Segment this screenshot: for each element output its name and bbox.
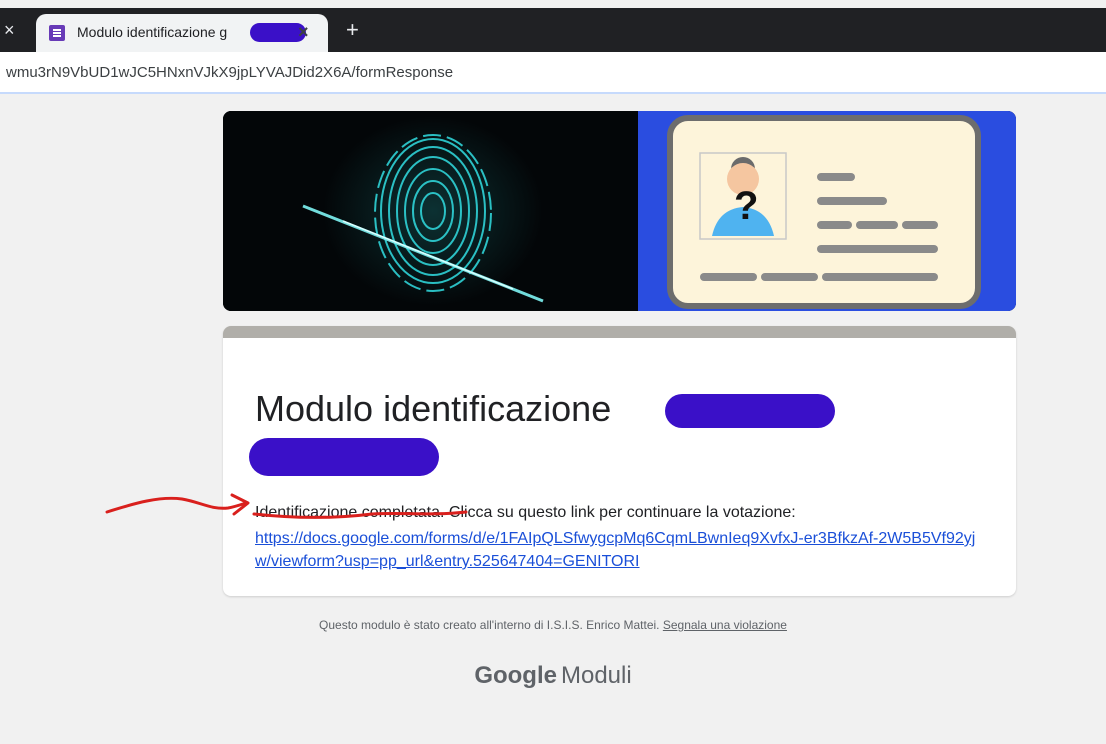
footer-note: Questo modulo è stato creato all'interno… [0, 618, 1106, 632]
id-card-icon: ? [667, 115, 981, 309]
tab-title: Modulo identificazione g [77, 24, 228, 40]
google-wordmark: Google [474, 662, 557, 689]
moduli-wordmark: Moduli [560, 662, 632, 689]
header-banner-image: ? [223, 111, 1016, 311]
footer-text: Questo modulo è stato creato all'interno… [319, 618, 660, 632]
fingerprint-panel [223, 111, 638, 311]
previous-tab-close-icon[interactable]: × [4, 20, 15, 40]
id-card-panel: ? [638, 111, 1016, 311]
confirmation-message: Identificazione completata. Clicca su qu… [255, 504, 796, 521]
url-text[interactable]: wmu3rN9VbUD1wJC5HNxnVJkX9jpLYVAJDid2X6A/… [6, 64, 453, 81]
tab-close-icon[interactable]: × [298, 22, 309, 43]
report-abuse-link[interactable]: Segnala una violazione [663, 618, 787, 632]
redaction-scribble [665, 394, 835, 428]
fingerprint-icon [302, 116, 544, 306]
google-forms-favicon-icon [49, 25, 65, 41]
browser-window: × Modulo identificazione g × + wmu3rN9Vb… [0, 0, 1106, 744]
form-response-card: Modulo identificazione Identificazione c… [223, 326, 1016, 596]
continue-voting-link[interactable]: https://docs.google.com/forms/d/e/1FAIpQ… [255, 527, 985, 573]
new-tab-plus-icon[interactable]: + [346, 19, 359, 41]
redaction-scribble [249, 438, 439, 476]
form-title: Modulo identificazione [255, 388, 612, 429]
svg-text:?: ? [734, 184, 758, 228]
address-bar[interactable]: wmu3rN9VbUD1wJC5HNxnVJkX9jpLYVAJDid2X6A/… [0, 52, 1106, 94]
google-forms-logo[interactable]: Google Moduli [0, 662, 1106, 690]
tab-strip: × Modulo identificazione g × + [0, 8, 1106, 52]
active-tab[interactable]: Modulo identificazione g × [36, 14, 328, 52]
